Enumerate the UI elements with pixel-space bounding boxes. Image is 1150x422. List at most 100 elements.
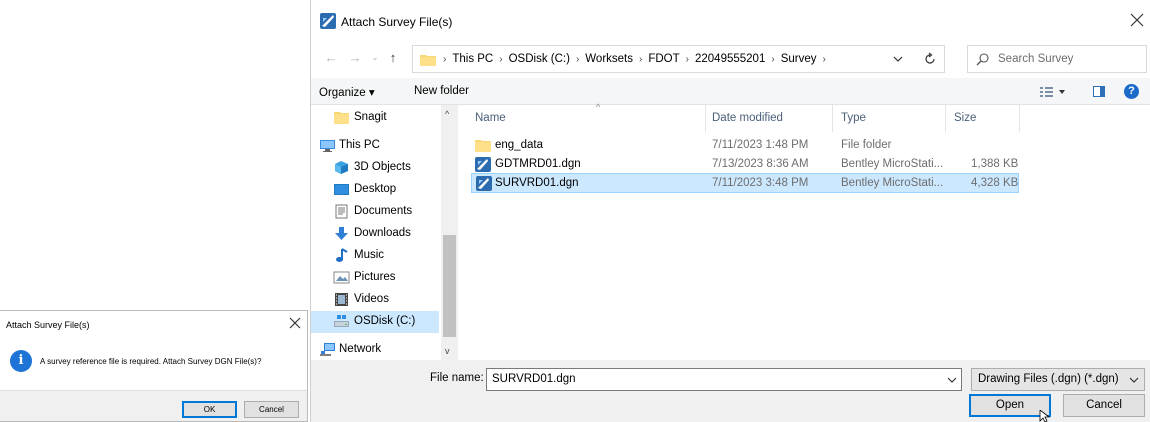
file-size: 1,388 KB — [971, 158, 1019, 170]
up-arrow-icon[interactable]: ↑ — [385, 50, 401, 66]
nav-item-label: Music — [354, 249, 385, 261]
nav-item-3d-objects[interactable]: 3D Objects — [311, 157, 439, 179]
breadcrumb-separator[interactable]: › — [633, 54, 648, 65]
breadcrumb-osdisk[interactable]: OSDisk (C:) — [509, 53, 570, 65]
column-header-date-modified[interactable]: Date modified — [706, 105, 833, 132]
breadcrumb-fdot[interactable]: FDOT — [648, 53, 679, 65]
file-row-selected[interactable]: SURVRD01.dgn 7/11/2023 3:48 PM Bentley M… — [471, 173, 1019, 193]
navigation-pane: Snagit This PC 3D Objects Desktop Docume… — [311, 105, 458, 361]
breadcrumb-this-pc[interactable]: This PC — [452, 53, 493, 65]
breadcrumb-project[interactable]: 22049555201 — [695, 53, 765, 65]
breadcrumb: › This PC › OSDisk (C:) › Worksets › FDOT › 22049… — [437, 53, 832, 65]
column-header-label: Size — [954, 112, 977, 124]
nav-item-label: Pictures — [354, 271, 396, 283]
change-view-icon[interactable] — [1039, 85, 1069, 99]
nav-item-documents[interactable]: Documents — [311, 201, 439, 223]
column-header-label: Date modified — [712, 112, 783, 124]
address-bar-row: ← → ⌄ ↑ › This PC › OSDisk (C:) › Worksets › FD… — [311, 44, 1150, 74]
breadcrumb-separator[interactable]: › — [493, 54, 508, 65]
search-box[interactable]: Search Survey — [967, 45, 1147, 73]
nav-item-label: Network — [339, 343, 382, 355]
nav-item-label: OSDisk (C:) — [354, 315, 416, 327]
close-icon[interactable] — [1130, 13, 1144, 27]
address-bar[interactable]: › This PC › OSDisk (C:) › Worksets › FDOT › 22049… — [412, 45, 945, 73]
file-dialog-title: Attach Survey File(s) — [341, 15, 453, 29]
nav-item-label: Downloads — [354, 227, 411, 239]
scroll-down-arrow-icon[interactable]: v — [445, 346, 450, 356]
new-folder-button[interactable]: New folder — [414, 85, 469, 97]
breadcrumb-separator[interactable]: › — [817, 54, 832, 65]
navigation-scrollbar[interactable]: ^ v — [441, 105, 458, 360]
file-name-field[interactable]: SURVRD01.dgn — [486, 368, 962, 391]
nav-item-snagit[interactable]: Snagit — [311, 107, 439, 129]
message-dialog-titlebar: Attach Survey File(s) — [0, 311, 307, 339]
chevron-down-icon[interactable] — [893, 54, 903, 64]
3d-objects-icon — [335, 161, 348, 174]
sort-ascending-icon: ^ — [596, 102, 601, 112]
preview-pane-icon[interactable] — [1093, 86, 1105, 97]
dgn-file-icon — [475, 157, 491, 172]
nav-item-desktop[interactable]: Desktop — [311, 179, 439, 201]
file-row[interactable]: GDTMRD01.dgn 7/13/2023 8:36 AM Bentley M… — [471, 155, 1019, 175]
column-header-label: Type — [841, 112, 866, 124]
file-type: Bentley MicroStati... — [841, 158, 944, 170]
ok-button[interactable]: OK — [182, 401, 237, 418]
nav-item-this-pc[interactable]: This PC — [311, 135, 439, 157]
nav-item-label: Videos — [354, 293, 389, 305]
file-name-label: File name: — [430, 372, 484, 384]
close-icon[interactable] — [289, 317, 301, 329]
breadcrumb-separator[interactable]: › — [765, 54, 780, 65]
mouse-cursor-icon — [1039, 410, 1051, 422]
column-header-label: Name — [475, 112, 506, 124]
folder-icon — [334, 112, 349, 124]
search-placeholder: Search Survey — [998, 53, 1074, 65]
dgn-file-icon — [476, 176, 492, 191]
file-list: Name ^ Date modified Type Size eng_data … — [461, 102, 1150, 360]
recent-locations-chevron-icon[interactable]: ⌄ — [367, 50, 383, 66]
file-type-select[interactable]: Drawing Files (.dgn) (*.dgn) — [971, 368, 1145, 391]
desktop-icon — [334, 184, 349, 195]
message-text: A survey reference file is required. Att… — [40, 357, 262, 366]
nav-item-label: Snagit — [354, 111, 387, 123]
nav-item-videos[interactable]: Videos — [311, 289, 439, 311]
column-header-type[interactable]: Type — [833, 105, 946, 132]
breadcrumb-separator[interactable]: › — [570, 54, 585, 65]
search-icon — [976, 53, 989, 66]
organize-button[interactable]: Organize ▾ — [319, 85, 375, 99]
videos-icon — [335, 293, 348, 306]
nav-item-label: This PC — [339, 139, 380, 151]
refresh-icon[interactable] — [923, 52, 937, 66]
scroll-up-arrow-icon[interactable]: ^ — [445, 109, 449, 119]
toolbar: Organize ▾ New folder ? — [311, 78, 1150, 105]
scrollbar-thumb[interactable] — [443, 235, 456, 337]
network-icon — [320, 343, 335, 356]
column-header-name[interactable]: Name ^ — [461, 102, 706, 132]
nav-item-music[interactable]: Music — [311, 245, 439, 267]
help-icon[interactable]: ? — [1124, 84, 1139, 99]
file-date: 7/11/2023 1:48 PM — [712, 139, 809, 151]
message-dialog-title: Attach Survey File(s) — [6, 320, 90, 330]
folder-icon — [475, 140, 491, 152]
cancel-button[interactable]: Cancel — [244, 401, 299, 418]
nav-item-label: 3D Objects — [354, 161, 411, 173]
file-type: Bentley MicroStati... — [841, 177, 944, 189]
nav-item-pictures[interactable]: Pictures — [311, 267, 439, 289]
nav-item-osdisk[interactable]: OSDisk (C:) — [311, 311, 439, 333]
nav-item-network[interactable]: Network — [311, 339, 439, 361]
file-type-value: Drawing Files (.dgn) (*.dgn) — [978, 373, 1119, 385]
column-header-size[interactable]: Size — [946, 105, 1020, 132]
nav-item-downloads[interactable]: Downloads — [311, 223, 439, 245]
breadcrumb-separator[interactable]: › — [680, 54, 695, 65]
chevron-down-icon[interactable] — [947, 375, 957, 385]
folder-icon — [420, 55, 436, 66]
back-arrow-icon[interactable]: ← — [323, 50, 339, 66]
breadcrumb-survey[interactable]: Survey — [781, 53, 817, 65]
pictures-icon — [333, 271, 350, 284]
cancel-button[interactable]: Cancel — [1063, 394, 1145, 417]
breadcrumb-worksets[interactable]: Worksets — [585, 53, 633, 65]
nav-item-label: Documents — [354, 205, 413, 217]
file-row[interactable]: eng_data 7/11/2023 1:48 PM File folder — [471, 136, 1019, 156]
forward-arrow-icon[interactable]: → — [347, 50, 363, 66]
documents-icon — [335, 204, 348, 219]
nav-item-label: Desktop — [354, 183, 397, 195]
